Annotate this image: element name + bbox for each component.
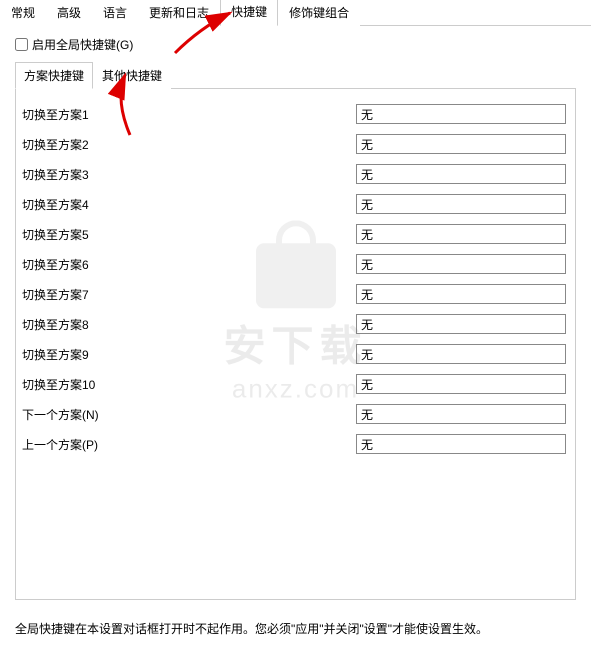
shortcut-input-1[interactable] [356, 104, 566, 124]
tab-advanced[interactable]: 高级 [46, 0, 92, 26]
footer-note: 全局快捷键在本设置对话框打开时不起作用。您必须"应用"并关闭"设置"才能使设置生… [0, 610, 591, 647]
shortcut-row: 下一个方案(N) [16, 399, 575, 429]
shortcut-label: 切换至方案1 [16, 106, 356, 123]
shortcut-row: 切换至方案8 [16, 309, 575, 339]
shortcut-row: 切换至方案1 [16, 99, 575, 129]
shortcut-input-9[interactable] [356, 344, 566, 364]
shortcut-label: 切换至方案2 [16, 136, 356, 153]
shortcut-input-5[interactable] [356, 224, 566, 244]
enable-global-shortcuts-label: 启用全局快捷键(G) [32, 36, 133, 53]
tab-shortcuts[interactable]: 快捷键 [220, 0, 278, 26]
shortcut-input-2[interactable] [356, 134, 566, 154]
shortcut-label: 切换至方案9 [16, 346, 356, 363]
shortcut-label: 切换至方案10 [16, 376, 356, 393]
content-area: 启用全局快捷键(G) 方案快捷键 其他快捷键 切换至方案1 切换至方案2 切换至… [0, 26, 591, 610]
shortcut-label: 上一个方案(P) [16, 436, 356, 453]
shortcut-label: 切换至方案7 [16, 286, 356, 303]
shortcut-input-8[interactable] [356, 314, 566, 334]
shortcut-row: 上一个方案(P) [16, 429, 575, 459]
shortcut-label: 切换至方案4 [16, 196, 356, 213]
tab-language[interactable]: 语言 [92, 0, 138, 26]
shortcut-row: 切换至方案5 [16, 219, 575, 249]
tab-modifier-combos[interactable]: 修饰键组合 [278, 0, 360, 26]
tab-update-log[interactable]: 更新和日志 [138, 0, 220, 26]
shortcut-label: 下一个方案(N) [16, 406, 356, 423]
shortcut-label: 切换至方案6 [16, 256, 356, 273]
shortcut-row: 切换至方案2 [16, 129, 575, 159]
shortcut-row: 切换至方案4 [16, 189, 575, 219]
sub-tab-bar: 方案快捷键 其他快捷键 [15, 61, 576, 89]
shortcut-input-prev[interactable] [356, 434, 566, 454]
shortcut-input-3[interactable] [356, 164, 566, 184]
shortcut-input-10[interactable] [356, 374, 566, 394]
shortcut-label: 切换至方案3 [16, 166, 356, 183]
shortcut-grid: 切换至方案1 切换至方案2 切换至方案3 切换至方案4 切换至方案5 切换至方案… [15, 89, 576, 600]
shortcut-row: 切换至方案9 [16, 339, 575, 369]
main-tab-bar: 常规 高级 语言 更新和日志 快捷键 修饰键组合 [0, 0, 591, 26]
subtab-scheme-shortcuts[interactable]: 方案快捷键 [15, 62, 93, 89]
shortcut-input-6[interactable] [356, 254, 566, 274]
shortcut-row: 切换至方案3 [16, 159, 575, 189]
shortcut-input-4[interactable] [356, 194, 566, 214]
shortcut-row: 切换至方案7 [16, 279, 575, 309]
shortcut-row: 切换至方案6 [16, 249, 575, 279]
shortcut-row: 切换至方案10 [16, 369, 575, 399]
tab-general[interactable]: 常规 [0, 0, 46, 26]
enable-global-shortcuts-checkbox[interactable] [15, 38, 28, 51]
shortcut-label: 切换至方案8 [16, 316, 356, 333]
shortcut-input-next[interactable] [356, 404, 566, 424]
subtab-other-shortcuts[interactable]: 其他快捷键 [93, 62, 171, 89]
shortcut-input-7[interactable] [356, 284, 566, 304]
shortcut-label: 切换至方案5 [16, 226, 356, 243]
